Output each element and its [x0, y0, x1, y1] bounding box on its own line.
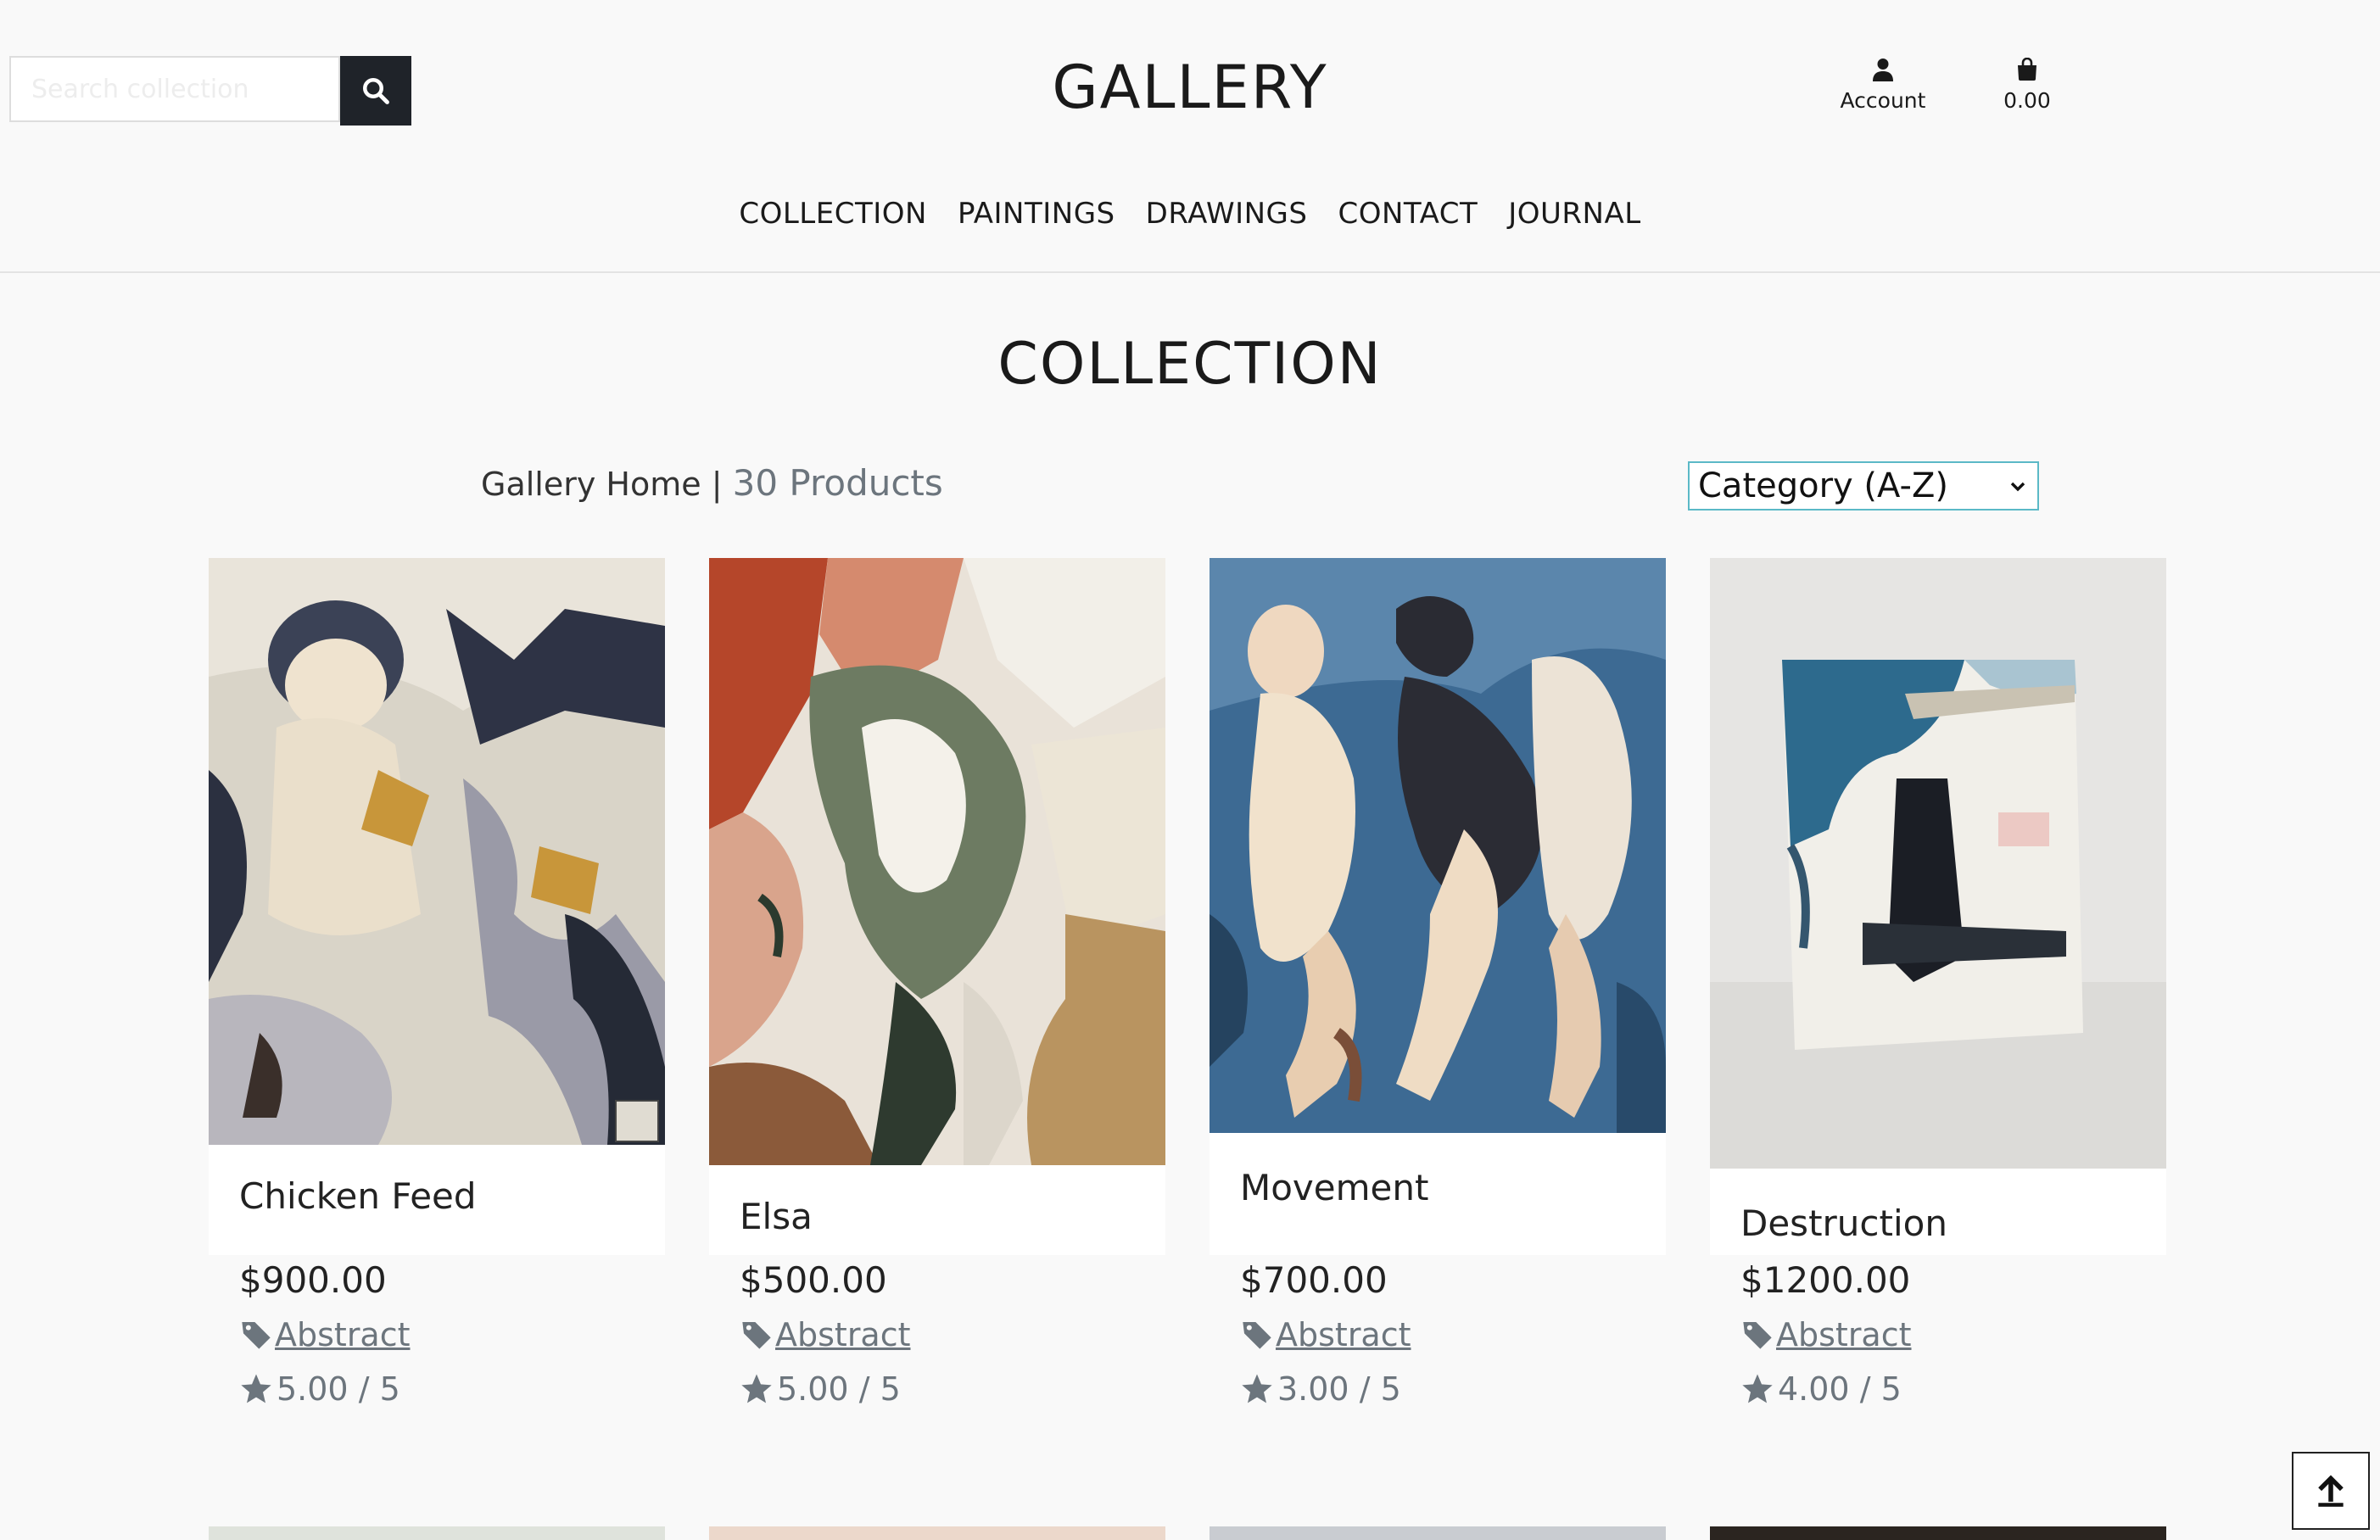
product-category[interactable]: Abstract [1740, 1316, 1912, 1353]
product-rating: 5.00 / 5 [239, 1370, 400, 1408]
nav-journal[interactable]: JOURNAL [1508, 197, 1640, 231]
account-link[interactable]: Account [1832, 58, 1934, 113]
bag-total: 0.00 [2003, 88, 2051, 113]
product-image[interactable] [1210, 558, 1666, 1133]
product-price: $500.00 [740, 1259, 887, 1301]
product-image[interactable] [1710, 1526, 2166, 1540]
product-category[interactable]: Abstract [740, 1316, 911, 1353]
product-category[interactable]: Abstract [1240, 1316, 1411, 1353]
tag-icon [742, 1322, 771, 1349]
product-rating: 5.00 / 5 [740, 1370, 901, 1408]
star-icon [741, 1374, 772, 1403]
product-name-box: Elsa [709, 1165, 1165, 1255]
breadcrumb: Gallery Home | 30 Products [481, 462, 943, 504]
tag-icon [242, 1322, 271, 1349]
product-price: $900.00 [239, 1259, 387, 1301]
product-count: 30 Products [732, 462, 943, 504]
tag-icon [1743, 1322, 1772, 1349]
product-rating-value: 4.00 / 5 [1778, 1370, 1902, 1408]
product-category[interactable]: Abstract [239, 1316, 411, 1353]
bag-link[interactable]: 0.00 [1985, 58, 2070, 113]
chevron-down-icon [2010, 482, 2025, 492]
product-image[interactable] [1710, 558, 2166, 1169]
star-icon [1742, 1374, 1773, 1403]
product-category-label: Abstract [775, 1316, 911, 1353]
tag-icon [1243, 1322, 1271, 1349]
product-category-label: Abstract [1276, 1316, 1411, 1353]
product-price: $1200.00 [1740, 1259, 1911, 1301]
product-price: $700.00 [1240, 1259, 1388, 1301]
shopping-bag-icon [2018, 58, 2036, 81]
product-rating-value: 5.00 / 5 [777, 1370, 901, 1408]
product-image[interactable] [209, 558, 665, 1145]
back-to-top-button[interactable] [2292, 1452, 2370, 1530]
nav-collection[interactable]: COLLECTION [739, 197, 927, 231]
product-name-box: Movement [1210, 1133, 1666, 1255]
product-image[interactable] [1210, 1526, 1666, 1540]
product-name[interactable]: Movement [1240, 1167, 1428, 1208]
product-name-box: Destruction [1710, 1169, 2166, 1255]
star-icon [241, 1374, 271, 1403]
nav-paintings[interactable]: PAINTINGS [958, 197, 1115, 231]
star-icon [1242, 1374, 1272, 1403]
breadcrumb-home-link[interactable]: Gallery Home [481, 466, 701, 503]
sort-selected-value: Category (A-Z) [1698, 466, 1948, 505]
page-title: COLLECTION [997, 331, 1383, 398]
product-name[interactable]: Elsa [740, 1196, 813, 1237]
breadcrumb-separator: | [711, 466, 723, 503]
product-rating: 4.00 / 5 [1740, 1370, 1902, 1408]
product-image[interactable] [709, 558, 1165, 1165]
arrow-up-icon [2318, 1475, 2344, 1507]
product-rating-value: 5.00 / 5 [277, 1370, 400, 1408]
product-category-label: Abstract [275, 1316, 411, 1353]
product-name[interactable]: Chicken Feed [239, 1175, 477, 1217]
product-image[interactable] [209, 1526, 665, 1540]
product-category-label: Abstract [1776, 1316, 1912, 1353]
nav-contact[interactable]: CONTACT [1338, 197, 1478, 231]
header-divider [0, 271, 2380, 273]
product-name[interactable]: Destruction [1740, 1202, 1947, 1244]
product-name-box: Chicken Feed [209, 1145, 665, 1255]
product-rating-value: 3.00 / 5 [1277, 1370, 1401, 1408]
nav-drawings[interactable]: DRAWINGS [1146, 197, 1308, 231]
main-nav: COLLECTION PAINTINGS DRAWINGS CONTACT JO… [0, 197, 2380, 231]
account-label: Account [1840, 88, 1926, 113]
sort-select[interactable]: Category (A-Z) [1688, 461, 2039, 511]
user-icon [1873, 59, 1893, 81]
product-image[interactable] [709, 1526, 1165, 1540]
product-rating: 3.00 / 5 [1240, 1370, 1401, 1408]
